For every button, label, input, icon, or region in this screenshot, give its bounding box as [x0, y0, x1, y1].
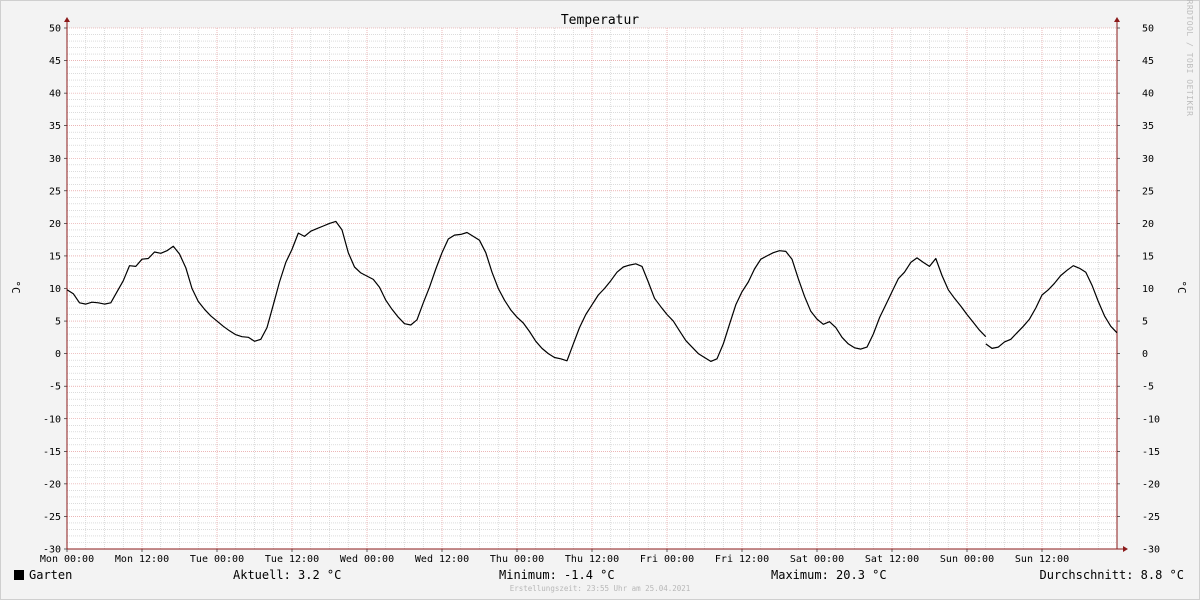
x-tick-label: Mon 12:00	[115, 554, 169, 565]
x-tick-label: Tue 00:00	[190, 554, 244, 565]
x-tick-label: Mon 00:00	[40, 554, 94, 565]
y-axis-title-left: °C	[9, 280, 22, 293]
y-tick-label-right: 40	[1142, 89, 1154, 100]
x-axis-arrow	[1123, 546, 1128, 552]
x-tick-label: Wed 00:00	[340, 554, 394, 565]
x-tick-label: Fri 00:00	[640, 554, 694, 565]
y-tick-label-right: -10	[1142, 414, 1160, 425]
x-tick-label: Sat 00:00	[790, 554, 844, 565]
temperature-chart: Temperatur 50454035302520151050-5-10-15-…	[9, 0, 1194, 565]
y-tick-label-left: 35	[49, 121, 61, 132]
y-tick-label-right: 20	[1142, 219, 1154, 230]
x-axis-labels: Mon 00:00 Mon 12:00 Tue 00:00 Tue 12:00 Wed …	[40, 554, 1069, 565]
y-tick-label-right: -5	[1142, 382, 1154, 393]
y-tick-label-right: 10	[1142, 284, 1154, 295]
legend-minimum: Minimum: -1.4 °C	[499, 568, 615, 582]
chart-grid	[66, 27, 1117, 550]
y-tick-label-left: 15	[49, 251, 61, 262]
chart-title: Temperatur	[561, 13, 639, 28]
y-tick-label-left: 10	[49, 284, 61, 295]
x-tick-label: Thu 00:00	[490, 554, 544, 565]
y-axis-arrow-right	[1114, 17, 1120, 22]
x-tick-label: Sun 00:00	[940, 554, 994, 565]
y-tick-label-right: 5	[1142, 317, 1148, 328]
legend-series-name: Garten	[29, 568, 73, 582]
y-tick-label-right: 30	[1142, 154, 1154, 165]
legend-current: Aktuell: 3.2 °C	[233, 568, 342, 582]
y-tick-label-left: 20	[49, 219, 61, 230]
y-tick-label-right: 15	[1142, 251, 1154, 262]
x-tick-label: Thu 12:00	[565, 554, 619, 565]
x-tick-label: Fri 12:00	[715, 554, 769, 565]
y-axis-arrow-left	[64, 17, 70, 22]
y-tick-label-right: 35	[1142, 121, 1154, 132]
y-tick-label-right: 25	[1142, 186, 1154, 197]
y-tick-label-left: 30	[49, 154, 61, 165]
rrdtool-watermark: RRDTOOL / TOBI OETIKER	[1185, 0, 1194, 116]
y-tick-label-left: 0	[55, 349, 61, 360]
y-tick-label-right: 50	[1142, 24, 1154, 35]
legend-swatch	[14, 570, 24, 580]
creation-timestamp: Erstellungszeit: 23:55 Uhr am 25.04.2021	[509, 584, 691, 593]
y-tick-label-left: -10	[43, 414, 61, 425]
y-tick-label-left: -5	[49, 382, 61, 393]
x-tick-label: Wed 12:00	[415, 554, 469, 565]
y-tick-label-left: 45	[49, 56, 61, 67]
y-tick-label-left: 5	[55, 317, 61, 328]
legend-maximum: Maximum: 20.3 °C	[771, 568, 887, 582]
y-axis-title-right: °C	[1175, 280, 1188, 293]
x-tick-label: Tue 12:00	[265, 554, 319, 565]
y-tick-label-right: -25	[1142, 512, 1160, 523]
x-tick-label: Sun 12:00	[1015, 554, 1069, 565]
y-tick-label-right: -20	[1142, 479, 1160, 490]
y-tick-label-left: -25	[43, 512, 61, 523]
y-tick-label-left: 50	[49, 24, 61, 35]
y-tick-label-right: 0	[1142, 349, 1148, 360]
legend-average: Durchschnitt: 8.8 °C	[1039, 568, 1185, 582]
y-tick-label-left: -20	[43, 479, 61, 490]
y-tick-label-right: -30	[1142, 545, 1160, 556]
y-axis-labels-right: 50454035302520151050-5-10-15-20-25-30	[1142, 24, 1160, 556]
y-tick-label-right: -15	[1142, 447, 1160, 458]
y-axis-labels-left: 50454035302520151050-5-10-15-20-25-30	[43, 24, 61, 556]
y-tick-label-left: 40	[49, 89, 61, 100]
x-tick-label: Sat 12:00	[865, 554, 919, 565]
y-tick-label-right: 45	[1142, 56, 1154, 67]
legend-series: Garten	[14, 568, 72, 582]
y-tick-label-left: 25	[49, 186, 61, 197]
y-tick-label-left: -15	[43, 447, 61, 458]
